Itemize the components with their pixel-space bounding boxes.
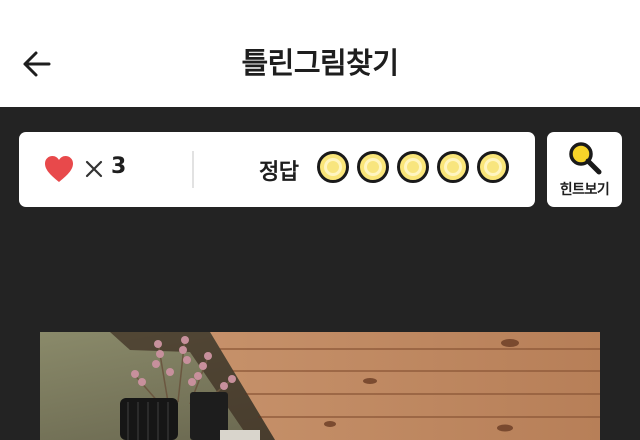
lives-count: 3 [111, 154, 127, 179]
answer-slot [437, 151, 469, 183]
answer-slot [357, 151, 389, 183]
hint-button[interactable]: 힌트보기 [547, 132, 622, 207]
app-header: 틀린그림찾기 [0, 0, 640, 107]
heart-icon [45, 156, 73, 182]
times-icon [85, 160, 103, 178]
answer-label: 정답 [259, 160, 299, 185]
puzzle-photo[interactable] [40, 332, 600, 440]
answer-slot [477, 151, 509, 183]
puzzle-photo-art [40, 332, 600, 440]
page-title: 틀린그림찾기 [241, 46, 399, 80]
status-divider [192, 151, 194, 188]
hint-label: 힌트보기 [559, 182, 610, 198]
answer-slot [397, 151, 429, 183]
answer-slot [317, 151, 349, 183]
magnifier-icon [569, 142, 602, 175]
